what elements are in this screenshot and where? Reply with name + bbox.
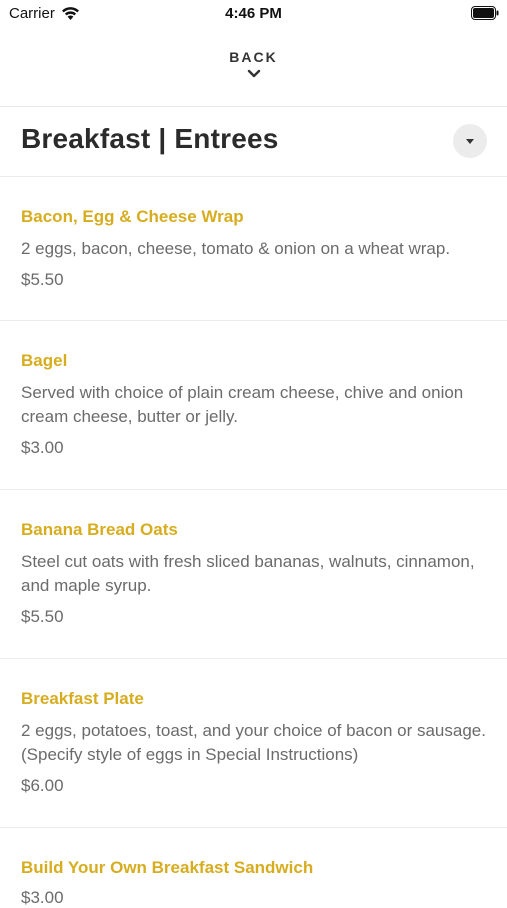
battery-full-icon bbox=[471, 6, 499, 20]
menu-list: Bacon, Egg & Cheese Wrap 2 eggs, bacon, … bbox=[0, 176, 507, 907]
menu-item[interactable]: Bacon, Egg & Cheese Wrap 2 eggs, bacon, … bbox=[0, 176, 507, 320]
menu-item-description: 2 eggs, bacon, cheese, tomato & onion on… bbox=[21, 239, 451, 258]
menu-item-name: Banana Bread Oats bbox=[21, 520, 178, 539]
menu-item-name: Bacon, Egg & Cheese Wrap bbox=[21, 207, 244, 226]
menu-item-description: 2 eggs, potatoes, toast, and your choice… bbox=[21, 721, 486, 764]
menu-item[interactable]: Breakfast Plate 2 eggs, potatoes, toast,… bbox=[0, 658, 507, 827]
menu-item-price: $5.50 bbox=[21, 607, 64, 626]
caret-down-icon bbox=[466, 139, 474, 144]
menu-item-description: Served with choice of plain cream cheese… bbox=[21, 383, 464, 426]
back-button[interactable]: BACK bbox=[0, 46, 507, 96]
status-time: 4:46 PM bbox=[225, 5, 282, 22]
menu-item[interactable]: Build Your Own Breakfast Sandwich $3.00 bbox=[0, 827, 507, 907]
menu-item[interactable]: Bagel Served with choice of plain cream … bbox=[0, 320, 507, 489]
header-divider bbox=[0, 106, 507, 107]
menu-item-name: Breakfast Plate bbox=[21, 689, 144, 708]
category-dropdown-button[interactable] bbox=[453, 124, 487, 158]
chevron-down-icon bbox=[247, 69, 260, 78]
back-label: BACK bbox=[229, 49, 278, 65]
menu-item-name: Bagel bbox=[21, 351, 68, 370]
menu-item-description: Steel cut oats with fresh sliced bananas… bbox=[21, 552, 475, 595]
menu-item-price: $3.00 bbox=[21, 438, 64, 457]
menu-item[interactable]: Banana Bread Oats Steel cut oats with fr… bbox=[0, 489, 507, 658]
menu-item-price: $5.50 bbox=[21, 270, 64, 289]
page-title: Breakfast | Entrees bbox=[21, 123, 279, 154]
menu-item-price: $3.00 bbox=[21, 888, 64, 907]
status-bar: Carrier 4:46 PM bbox=[0, 0, 507, 28]
menu-item-name: Build Your Own Breakfast Sandwich bbox=[21, 858, 314, 877]
menu-item-price: $6.00 bbox=[21, 776, 64, 795]
